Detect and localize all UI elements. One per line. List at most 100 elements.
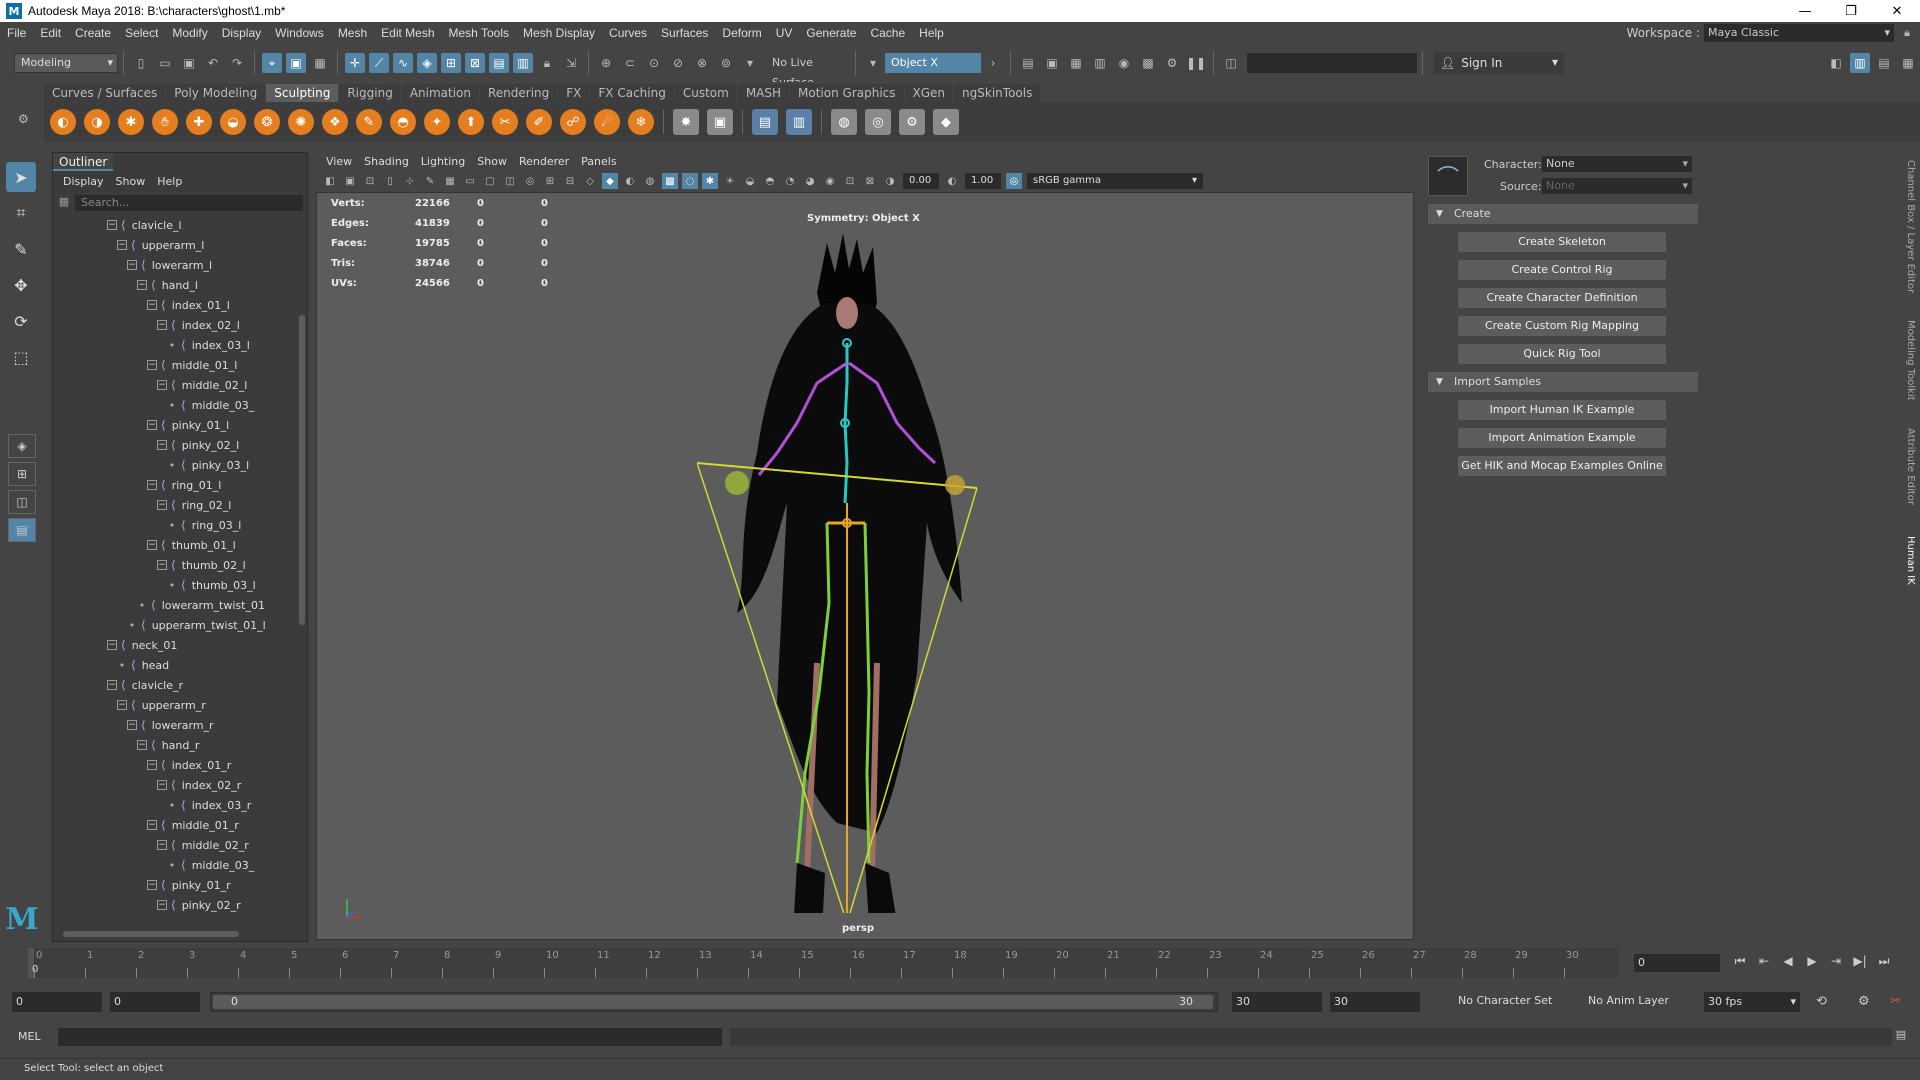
wireframe-on-shaded-icon[interactable]: ▩ — [662, 173, 678, 189]
bulge-tool-icon[interactable]: ☍ — [560, 109, 586, 135]
menu-uv[interactable]: UV — [769, 26, 800, 40]
character-model[interactable] — [697, 233, 997, 913]
shelf-tab-mash[interactable]: MASH — [737, 84, 790, 102]
menu-generate[interactable]: Generate — [799, 26, 863, 40]
outliner-row[interactable]: − ⟨ ring_01_l — [53, 475, 293, 495]
light-editor-icon[interactable]: ⚙︎ — [1162, 53, 1182, 73]
single-perspective-view-icon[interactable]: ◈ — [8, 434, 36, 458]
amplify-tool-icon[interactable]: ☄ — [594, 109, 620, 135]
shelf-tab-rigging[interactable]: Rigging — [339, 84, 401, 102]
perspective-viewport[interactable]: Verts: 22166 0 0 Edges: 41839 0 0 Faces: 19785 0 0 T… — [316, 192, 1414, 940]
viewport-menu-renderer[interactable]: Renderer — [513, 155, 575, 168]
knife-tool-icon[interactable]: ✂ — [492, 109, 518, 135]
filter-icon[interactable]: ▦ — [55, 195, 73, 211]
outliner-row[interactable]: − ⟨ index_02_r — [53, 775, 293, 795]
step-forward-key-icon[interactable]: ⇥ — [1824, 954, 1848, 972]
outliner-horizontal-scrollbar[interactable] — [53, 927, 307, 941]
snap-curve-icon[interactable]: ⊂ — [620, 53, 640, 73]
sculpt-layer-editor-icon[interactable]: ⚙︎ — [899, 109, 925, 135]
menu-modify[interactable]: Modify — [165, 26, 214, 40]
color-management-icon[interactable]: ◎ — [1006, 173, 1022, 189]
repeat-tool-icon[interactable]: ❖ — [322, 109, 348, 135]
hypershade-icon[interactable]: ◉ — [1114, 53, 1134, 73]
shelf-tab-xgen[interactable]: XGen — [904, 84, 954, 102]
grab-tool-icon[interactable]: ✋︎ — [152, 109, 178, 135]
motion-blur-icon[interactable]: ◔ — [782, 173, 798, 189]
scrape-tool-icon[interactable]: ✦ — [424, 109, 450, 135]
menu-surfaces[interactable]: Surfaces — [654, 26, 715, 40]
script-language-toggle[interactable]: MEL — [18, 1030, 41, 1043]
collapse-toggle-icon[interactable]: − — [147, 760, 157, 770]
collapse-toggle-icon[interactable]: − — [157, 780, 167, 790]
outliner-row[interactable]: • ⟨ head — [53, 655, 293, 675]
blend-shape-icon[interactable]: ▤ — [752, 109, 778, 135]
step-forward-frame-icon[interactable]: ▶︎| — [1848, 954, 1872, 972]
isolate-select-icon[interactable]: ⊡ — [842, 173, 858, 189]
render-frame-icon[interactable]: ▣ — [1042, 53, 1062, 73]
collapse-toggle-icon[interactable]: − — [147, 300, 157, 310]
outliner-layout-icon[interactable]: ▤ — [8, 518, 36, 542]
viewport-menu-panels[interactable]: Panels — [575, 155, 622, 168]
menu-deform[interactable]: Deform — [715, 26, 768, 40]
gate-mask-icon[interactable]: ◫ — [502, 173, 518, 189]
smooth-tool-icon[interactable]: ◑ — [84, 109, 110, 135]
lock-selection-icon[interactable]: 🔒︎ — [537, 53, 557, 73]
go-to-end-icon[interactable]: ⏭ — [1872, 954, 1896, 972]
snap-view-plane-icon[interactable]: ⊗ — [692, 53, 712, 73]
loop-icon[interactable]: ⟲ — [1816, 994, 1827, 1009]
outliner-row[interactable]: • ⟨ lowerarm_twist_01 — [53, 595, 293, 615]
create-skeleton-button[interactable]: Create Skeleton — [1458, 232, 1666, 252]
wax-tool-icon[interactable]: ◓ — [390, 109, 416, 135]
outliner-vertical-scrollbar[interactable] — [297, 215, 307, 917]
spray-tool-icon[interactable]: ✺ — [288, 109, 314, 135]
exposure-field[interactable]: 0.00 — [903, 173, 939, 189]
create-custom-rig-mapping-button[interactable]: Create Custom Rig Mapping — [1458, 316, 1666, 336]
persp-outliner-layout-icon[interactable]: ◫ — [8, 490, 36, 514]
shelf-tab-curves-surfaces[interactable]: Curves / Surfaces — [44, 84, 166, 102]
smear-tool-icon[interactable]: ✐ — [526, 109, 552, 135]
outliner-row[interactable]: − ⟨ index_01_r — [53, 755, 293, 775]
script-editor-icon[interactable]: ▤ — [1892, 1028, 1910, 1046]
smooth-shade-icon[interactable]: ◆ — [602, 173, 618, 189]
collapse-toggle-icon[interactable]: − — [147, 540, 157, 550]
flatten-tool-icon[interactable]: ◒ — [220, 109, 246, 135]
collapse-toggle-icon[interactable]: − — [147, 880, 157, 890]
shelf-tab-motion-graphics[interactable]: Motion Graphics — [790, 84, 904, 102]
outliner-menu-show[interactable]: Show — [110, 175, 152, 188]
collapse-toggle-icon[interactable]: − — [157, 840, 167, 850]
outliner-row[interactable]: • ⟨ index_03_r — [53, 795, 293, 815]
import-animation-example-button[interactable]: Import Animation Example — [1458, 428, 1666, 448]
collapse-toggle-icon[interactable]: − — [107, 220, 117, 230]
create-section-header[interactable]: Create — [1428, 204, 1698, 224]
outliner-search-input[interactable]: Search... — [75, 195, 303, 211]
create-character-definition-button[interactable]: Create Character Definition — [1458, 288, 1666, 308]
safe-action-icon[interactable]: ⊞ — [542, 173, 558, 189]
outliner-row[interactable]: − ⟨ upperarm_r — [53, 695, 293, 715]
expand-arrow-icon[interactable]: › — [983, 53, 1003, 73]
outliner-tab[interactable]: Outliner — [53, 153, 114, 171]
close-icon[interactable]: ✕ — [1874, 0, 1920, 22]
collapse-toggle-icon[interactable]: − — [157, 380, 167, 390]
shelf-settings-icon[interactable]: ⚙︎ — [18, 112, 29, 126]
create-control-rig-button[interactable]: Create Control Rig — [1458, 260, 1666, 280]
wireframe-icon[interactable]: ◇ — [582, 173, 598, 189]
outliner-menu-help[interactable]: Help — [151, 175, 188, 188]
outliner-row[interactable]: − ⟨ hand_r — [53, 735, 293, 755]
shelf-tab-ngskintools[interactable]: ngSkinTools — [954, 84, 1041, 102]
collapse-toggle-icon[interactable]: − — [137, 280, 147, 290]
select-component-icon[interactable]: ▦ — [310, 53, 330, 73]
select-by-joint-icon[interactable]: ⟋ — [369, 53, 389, 73]
add-sculpt-layer-icon[interactable]: ◎ — [865, 109, 891, 135]
imprint-tool-icon[interactable]: ✎ — [356, 109, 382, 135]
get-hik-mocap-examples-button[interactable]: Get HIK and Mocap Examples Online — [1458, 456, 1666, 476]
textured-icon[interactable]: ◍ — [642, 173, 658, 189]
menu-curves[interactable]: Curves — [602, 26, 654, 40]
shelf-tab-sculpting[interactable]: Sculpting — [266, 84, 339, 102]
sculpt-settings-icon[interactable]: ▣ — [707, 109, 733, 135]
undo-icon[interactable]: ↶ — [203, 53, 223, 73]
character-dropdown[interactable]: None — [1542, 156, 1692, 172]
auto-key-icon[interactable]: ⚙︎ — [1858, 994, 1870, 1009]
grid-icon[interactable]: ▦ — [442, 173, 458, 189]
relax-tool-icon[interactable]: ✱ — [118, 109, 144, 135]
save-scene-icon[interactable]: ▣ — [179, 53, 199, 73]
